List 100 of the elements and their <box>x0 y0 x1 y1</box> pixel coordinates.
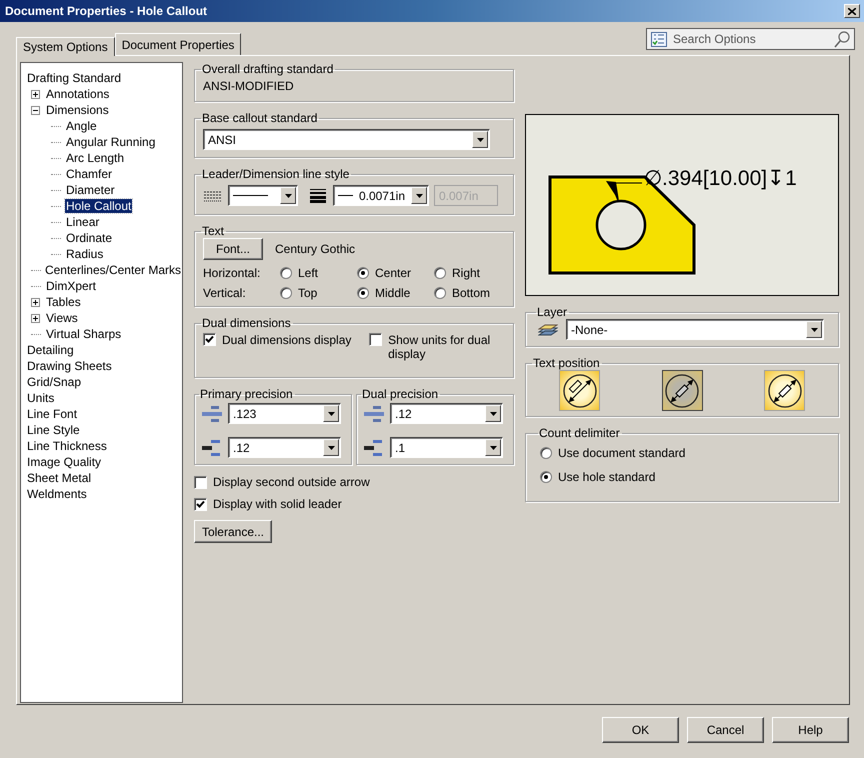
radio-button[interactable] <box>280 287 292 299</box>
radio-label: Use document standard <box>558 446 686 460</box>
solid-line-icon <box>338 194 353 197</box>
tree-item[interactable]: Centerlines/Center Marks <box>44 263 182 277</box>
tree-item[interactable]: Radius <box>65 247 104 261</box>
tree-item[interactable]: Angular Running <box>65 135 156 149</box>
tolerance-precision-icon <box>201 438 223 456</box>
text-position-icon <box>766 372 802 408</box>
checkbox-label: Dual dimensions display <box>222 333 352 347</box>
tree-item[interactable]: Ordinate <box>65 231 114 245</box>
search-icon[interactable] <box>834 30 850 48</box>
close-button[interactable] <box>844 4 860 18</box>
tree-item[interactable]: Linear <box>65 215 100 229</box>
font-button[interactable]: Font... <box>203 238 263 260</box>
radio-label: Left <box>298 266 318 280</box>
tree-item[interactable]: Sheet Metal <box>26 471 92 485</box>
text-position-icon <box>562 372 598 408</box>
tree-item[interactable]: Hole Callout <box>65 199 132 213</box>
radio-button[interactable] <box>357 287 369 299</box>
checkbox[interactable] <box>194 476 207 488</box>
group-title: Text position <box>532 356 601 370</box>
tab[interactable]: System Options <box>16 37 115 56</box>
tree-item[interactable]: Tables <box>45 295 82 309</box>
tree-item[interactable]: Drawing Sheets <box>26 359 113 373</box>
group-title: Count delimiter <box>538 426 621 440</box>
dropdown[interactable]: .123 <box>228 403 341 424</box>
tree-item[interactable]: Detailing <box>26 343 75 357</box>
checkbox-label: Show units for dual display <box>388 333 492 361</box>
search-box[interactable]: Search Options <box>646 28 855 50</box>
dropdown[interactable]: 0.0071in <box>333 185 429 206</box>
layers-icon <box>538 322 558 338</box>
tree-item[interactable]: Drafting Standard <box>26 71 122 85</box>
tree-item[interactable]: Image Quality <box>26 455 102 469</box>
line-thickness-icon <box>308 188 328 202</box>
search-field[interactable]: Search Options <box>671 31 830 47</box>
solid-line-icon <box>233 194 268 197</box>
tree-item[interactable]: Grid/Snap <box>26 375 82 389</box>
radio-button[interactable] <box>540 471 552 483</box>
radio-button[interactable] <box>434 287 446 299</box>
text-position-button[interactable] <box>764 370 805 411</box>
tree-item[interactable]: Views <box>45 311 79 325</box>
tree-item[interactable]: Virtual Sharps <box>45 327 122 341</box>
tree-item[interactable]: Annotations <box>45 87 110 101</box>
tolerance-button[interactable]: Tolerance... <box>194 520 272 543</box>
group-title: Overall drafting standard <box>201 62 334 76</box>
expand-icon[interactable] <box>31 298 40 306</box>
dropdown[interactable]: .12 <box>390 403 503 424</box>
checkbox-label: Display second outside arrow <box>213 475 370 489</box>
dropdown[interactable]: .12 <box>228 437 341 458</box>
radio-button[interactable] <box>280 267 292 279</box>
dropdown[interactable]: -None- <box>566 319 824 340</box>
radio-button[interactable] <box>434 267 446 279</box>
close-icon[interactable] <box>848 8 856 14</box>
radio-label: Center <box>375 266 412 280</box>
tab[interactable]: Document Properties <box>114 33 242 55</box>
dropdown[interactable]: ANSI <box>203 129 490 150</box>
tolerance-precision-icon <box>363 438 385 456</box>
leader-line <box>606 181 642 202</box>
tree-item[interactable]: Line Style <box>26 423 81 437</box>
dialog-button[interactable]: OK <box>602 717 679 743</box>
window-title: Document Properties - Hole Callout <box>5 4 208 18</box>
group-title: Layer <box>536 305 568 319</box>
group-title: Primary precision <box>199 387 294 401</box>
checkbox[interactable] <box>203 333 216 346</box>
tree-item[interactable]: DimXpert <box>45 279 98 293</box>
group-title: Leader/Dimension line style <box>201 167 350 181</box>
dropdown[interactable]: .1 <box>390 437 503 458</box>
text-position-button[interactable] <box>559 370 600 411</box>
dialog-button[interactable]: Cancel <box>687 717 764 743</box>
checklist-icon <box>651 32 667 46</box>
radio-button[interactable] <box>540 447 552 459</box>
text-position-button[interactable] <box>662 370 702 411</box>
field-label: Vertical: <box>203 286 247 300</box>
tree-item[interactable]: Line Font <box>26 407 78 421</box>
precision-icon <box>363 404 385 422</box>
checkbox[interactable] <box>369 333 382 346</box>
checkbox[interactable] <box>194 498 207 510</box>
tree-item[interactable]: Diameter <box>65 183 116 197</box>
tree-item[interactable]: Dimensions <box>45 103 110 117</box>
radio-button[interactable] <box>357 267 369 279</box>
radio-label: Use hole standard <box>558 470 656 484</box>
text-position-icon <box>664 372 700 408</box>
tree-item[interactable]: Units <box>26 391 56 405</box>
checkbox-label: Display with solid leader <box>213 497 342 511</box>
tree-item[interactable]: Weldments <box>26 487 88 501</box>
tree-item[interactable]: Angle <box>65 119 98 133</box>
collapse-icon[interactable] <box>31 106 40 114</box>
tree-item[interactable]: Chamfer <box>65 167 114 181</box>
precision-icon <box>201 404 223 422</box>
expand-icon[interactable] <box>31 314 40 322</box>
expand-icon[interactable] <box>31 90 40 98</box>
radio-label: Right <box>452 266 480 280</box>
dropdown[interactable] <box>228 185 298 206</box>
tree-item[interactable]: Arc Length <box>65 151 126 165</box>
radio-label: Middle <box>375 286 410 300</box>
tree-item[interactable]: Line Thickness <box>26 439 108 453</box>
group-title: Dual precision <box>361 387 440 401</box>
dialog-button[interactable]: Help <box>772 717 849 743</box>
standard-value: ANSI-MODIFIED <box>203 79 294 93</box>
radio-label: Top <box>298 286 318 300</box>
